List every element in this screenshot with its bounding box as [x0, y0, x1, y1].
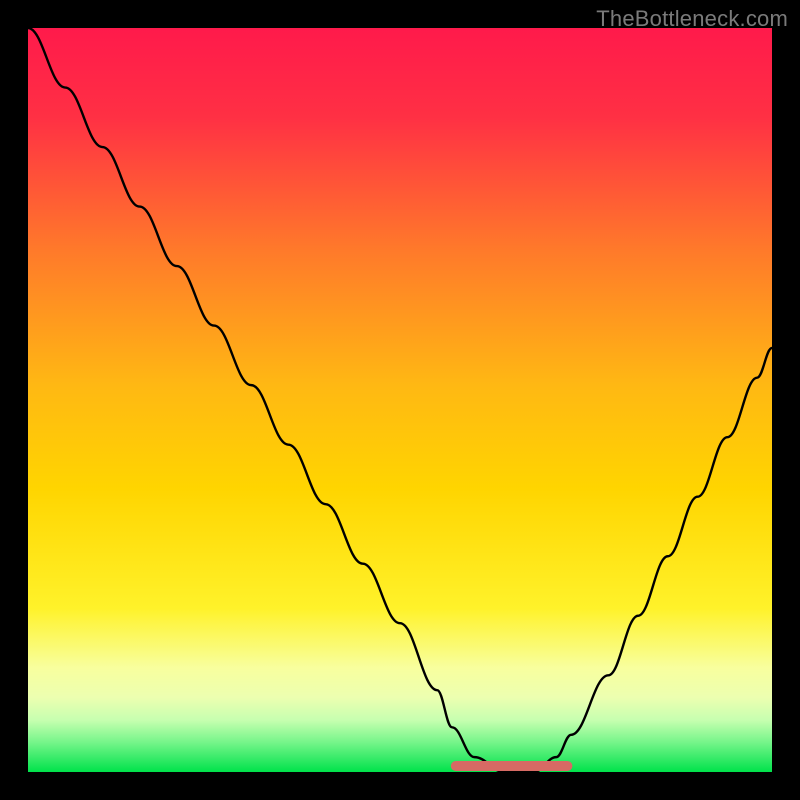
chart-svg: [28, 28, 772, 772]
bottleneck-curve-path: [28, 28, 772, 772]
bottleneck-curve: [28, 28, 772, 772]
plot-area: [28, 28, 772, 772]
watermark-text: TheBottleneck.com: [596, 6, 788, 32]
chart-frame: TheBottleneck.com: [0, 0, 800, 800]
